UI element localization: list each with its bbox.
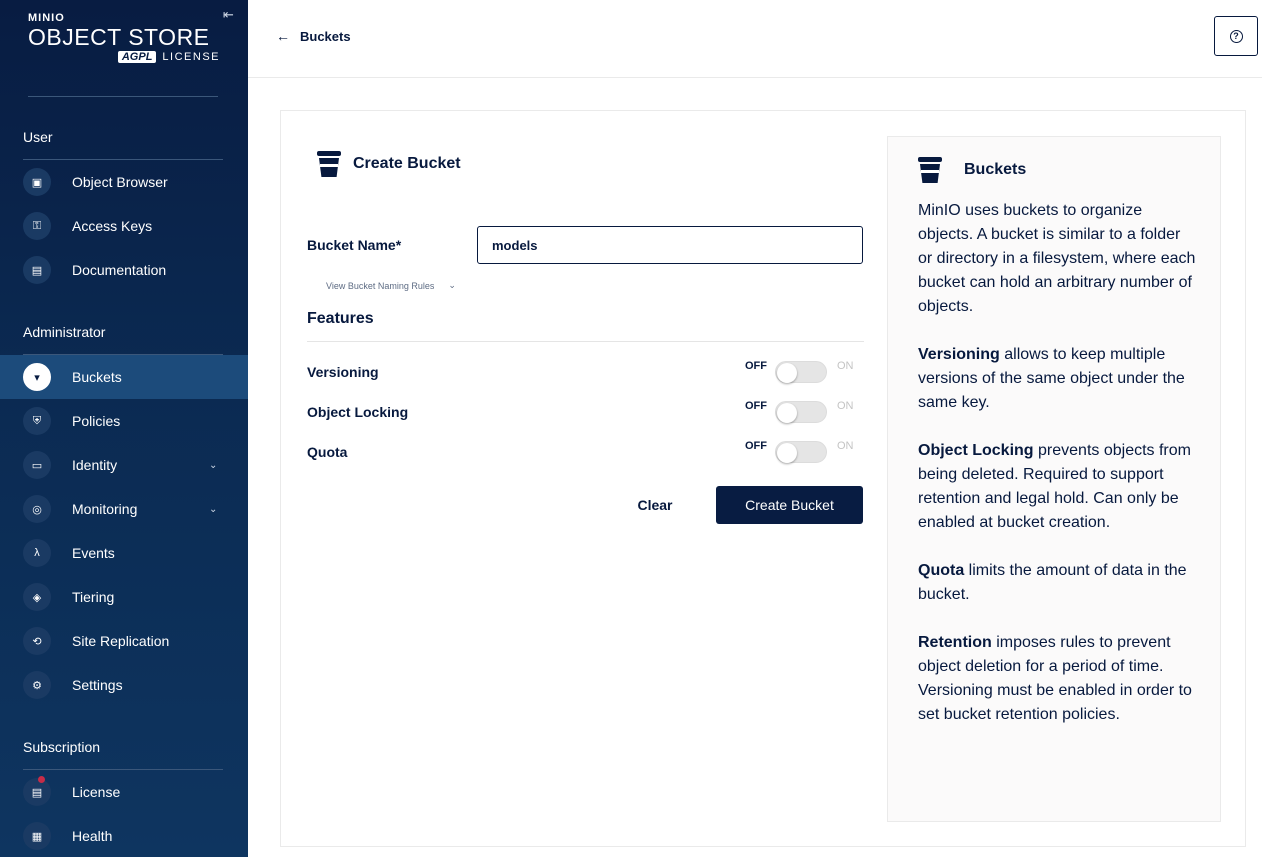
toggle-off-label: OFF bbox=[745, 360, 767, 372]
collapse-sidebar-icon[interactable]: ⇤ bbox=[223, 8, 239, 22]
sidebar-item-object-browser[interactable]: ▣ Object Browser bbox=[0, 160, 248, 204]
notification-dot bbox=[38, 776, 45, 783]
help-quota: Quota limits the amount of data in the b… bbox=[918, 562, 1187, 603]
sidebar-item-documentation[interactable]: ▤ Documentation bbox=[0, 248, 248, 292]
health-icon: ▦ bbox=[23, 822, 51, 850]
logo-brand: MINIO bbox=[28, 12, 65, 24]
bucket-icon: ▾ bbox=[23, 363, 51, 391]
help-panel-title: Buckets bbox=[964, 161, 1027, 178]
sidebar-item-label: Settings bbox=[72, 677, 123, 693]
divider bbox=[28, 96, 218, 97]
toggle-on-label: ON bbox=[837, 440, 854, 452]
help-panel: Buckets MinIO uses buckets to organize o… bbox=[887, 136, 1221, 822]
sidebar-item-license[interactable]: ▤ License bbox=[0, 770, 248, 814]
sidebar-item-label: Policies bbox=[72, 413, 121, 429]
help-intro: MinIO uses buckets to organize objects. … bbox=[918, 202, 1196, 315]
section-title-subscription: Subscription bbox=[23, 739, 101, 755]
sidebar-item-access-keys[interactable]: ⚿ Access Keys bbox=[0, 204, 248, 248]
quota-label: Quota bbox=[307, 444, 348, 460]
section-title-administrator: Administrator bbox=[23, 324, 106, 340]
help-panel-header: Buckets bbox=[918, 157, 1026, 183]
chevron-down-icon: ⌄ bbox=[209, 459, 218, 471]
sidebar: MINIO OBJECT STORE AGPL LICENSE ⇤ User ▣… bbox=[0, 0, 248, 857]
sidebar-item-label: Events bbox=[72, 545, 115, 561]
help-panel-body: MinIO uses buckets to organize objects. … bbox=[918, 199, 1198, 751]
bucket-icon bbox=[918, 157, 942, 183]
object-locking-label: Object Locking bbox=[307, 404, 409, 420]
sidebar-item-label: Health bbox=[72, 828, 113, 844]
arrow-left-icon: ← bbox=[276, 28, 290, 44]
monitoring-icon: ◎ bbox=[23, 495, 51, 523]
quota-row: Quota OFF ON bbox=[307, 440, 864, 464]
sidebar-item-tiering[interactable]: ◈ Tiering bbox=[0, 575, 248, 619]
sidebar-item-label: Access Keys bbox=[72, 218, 153, 234]
toggle-on-label: ON bbox=[837, 360, 854, 372]
toggle-off-label: OFF bbox=[745, 440, 767, 452]
sidebar-item-identity[interactable]: ▭ Identity ⌄ bbox=[0, 443, 248, 487]
help-versioning: Versioning allows to keep multiple versi… bbox=[918, 346, 1185, 411]
object-locking-toggle[interactable] bbox=[775, 401, 827, 423]
create-bucket-button[interactable]: Create Bucket bbox=[716, 486, 863, 524]
sidebar-item-health[interactable]: ▦ Health bbox=[0, 814, 248, 857]
chevron-down-icon: ⌄ bbox=[209, 503, 218, 515]
sidebar-item-label: Buckets bbox=[72, 369, 122, 385]
gear-icon: ⚙ bbox=[23, 671, 51, 699]
logo-license-text: LICENSE bbox=[162, 51, 220, 63]
sidebar-item-buckets[interactable]: ▾ Buckets bbox=[0, 355, 248, 399]
help-button[interactable]: ? bbox=[1214, 16, 1258, 56]
layers-icon: ◈ bbox=[23, 583, 51, 611]
document-icon: ▤ bbox=[23, 256, 51, 284]
sidebar-item-events[interactable]: λ Events bbox=[0, 531, 248, 575]
versioning-row: Versioning OFF ON bbox=[307, 360, 864, 384]
logo-product: OBJECT STORE bbox=[28, 24, 210, 50]
bucket-name-input[interactable] bbox=[477, 226, 863, 264]
section-title-user: User bbox=[23, 129, 53, 145]
naming-rules-label: View Bucket Naming Rules bbox=[326, 280, 435, 291]
shield-icon: ⛨ bbox=[23, 407, 51, 435]
sidebar-item-site-replication[interactable]: ⟲ Site Replication bbox=[0, 619, 248, 663]
sidebar-item-label: Tiering bbox=[72, 589, 115, 605]
back-link-label: Buckets bbox=[300, 28, 351, 44]
features-title: Features bbox=[307, 310, 374, 327]
sidebar-item-label: Monitoring bbox=[72, 501, 138, 517]
sidebar-item-label: License bbox=[72, 784, 121, 800]
toggle-off-label: OFF bbox=[745, 400, 767, 412]
sidebar-item-label: Documentation bbox=[72, 262, 167, 278]
quota-toggle[interactable] bbox=[775, 441, 827, 463]
create-bucket-card: Create Bucket Bucket Name* View Bucket N… bbox=[280, 110, 1246, 847]
sidebar-item-label: Site Replication bbox=[72, 633, 170, 649]
chevron-down-icon: ⌄ bbox=[448, 280, 456, 290]
object-locking-row: Object Locking OFF ON bbox=[307, 400, 864, 424]
sidebar-item-label: Object Browser bbox=[72, 174, 168, 190]
help-retention: Retention imposes rules to prevent objec… bbox=[918, 634, 1192, 723]
help-object-locking: Object Locking prevents objects from bei… bbox=[918, 442, 1191, 531]
license-icon: ▤ bbox=[23, 778, 51, 806]
lambda-icon: λ bbox=[23, 539, 51, 567]
object-browser-icon: ▣ bbox=[23, 168, 51, 196]
back-to-buckets-link[interactable]: ← Buckets bbox=[276, 28, 351, 44]
toggle-on-label: ON bbox=[837, 400, 854, 412]
sidebar-item-settings[interactable]: ⚙ Settings bbox=[0, 663, 248, 707]
bucket-name-label: Bucket Name* bbox=[307, 237, 402, 253]
view-naming-rules-toggle[interactable]: View Bucket Naming Rules ⌄ bbox=[326, 280, 456, 291]
sync-icon: ⟲ bbox=[23, 627, 51, 655]
versioning-toggle[interactable] bbox=[775, 361, 827, 383]
page-header: ← Buckets ? bbox=[248, 0, 1262, 78]
sidebar-item-monitoring[interactable]: ◎ Monitoring ⌄ bbox=[0, 487, 248, 531]
clear-button[interactable]: Clear bbox=[617, 486, 693, 524]
sidebar-item-policies[interactable]: ⛨ Policies bbox=[0, 399, 248, 443]
form-title: Create Bucket bbox=[317, 151, 461, 177]
question-icon: ? bbox=[1229, 29, 1243, 43]
id-card-icon: ▭ bbox=[23, 451, 51, 479]
divider bbox=[307, 341, 864, 342]
page-title: Create Bucket bbox=[353, 155, 461, 172]
sidebar-item-label: Identity bbox=[72, 457, 118, 473]
agpl-logo: AGPL bbox=[117, 51, 157, 63]
minio-logo[interactable]: MINIO OBJECT STORE AGPL LICENSE bbox=[28, 12, 220, 72]
versioning-label: Versioning bbox=[307, 364, 379, 380]
bucket-icon bbox=[317, 151, 341, 177]
key-icon: ⚿ bbox=[23, 212, 51, 240]
